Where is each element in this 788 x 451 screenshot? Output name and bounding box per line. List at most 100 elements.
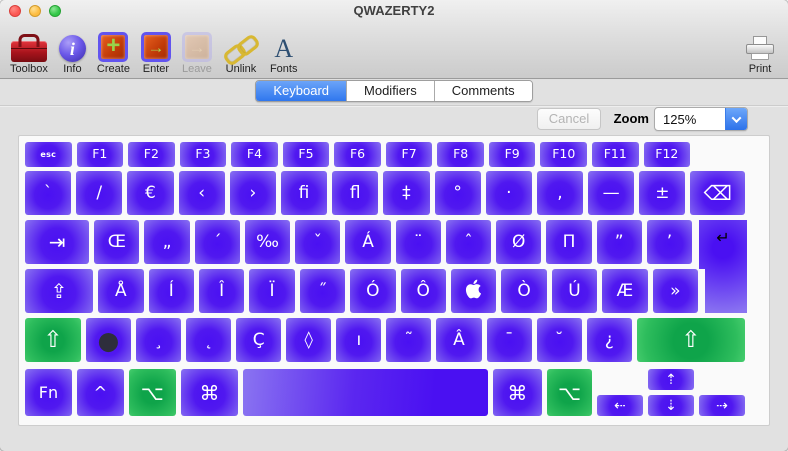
key-command-left[interactable]: ⌘ (181, 369, 239, 416)
key-Á[interactable]: Á (345, 220, 390, 264)
key-F7[interactable]: F7 (386, 142, 433, 167)
arrow-right-glyph: ⇢ (716, 399, 728, 413)
key-glyph: ⌘ (200, 383, 220, 403)
key-Â[interactable]: Â (436, 318, 481, 362)
key-‰[interactable]: ‰ (245, 220, 290, 264)
key-Ï[interactable]: Ï (249, 269, 294, 313)
key-glyph: Œ (108, 234, 126, 251)
key-black-circle[interactable]: ● (86, 318, 131, 362)
key-fn[interactable]: Fn (25, 369, 72, 416)
key-Ò[interactable]: Ò (501, 269, 546, 313)
apple-logo-icon (465, 279, 482, 304)
tab-modifiers[interactable]: Modifiers (346, 81, 434, 101)
key-›[interactable]: › (230, 171, 276, 215)
key-Î[interactable]: Î (199, 269, 244, 313)
key-F11[interactable]: F11 (592, 142, 639, 167)
key-¿[interactable]: ¿ (587, 318, 632, 362)
info-button[interactable]: Info (57, 29, 88, 75)
key-/[interactable]: / (76, 171, 122, 215)
key-F4[interactable]: F4 (231, 142, 278, 167)
leave-button[interactable]: Leave (180, 29, 214, 75)
cancel-button[interactable]: Cancel (537, 108, 601, 130)
key-¨[interactable]: ¨ (396, 220, 441, 264)
key-control[interactable]: ^ (77, 369, 124, 416)
key-escape[interactable]: esc (25, 142, 72, 167)
window-chrome: QWAZERTY2 Toolbox Info Create Enter Leav… (0, 0, 788, 79)
key-shift-left[interactable]: ⇧ (25, 318, 81, 362)
key-¸[interactable]: ¸ (136, 318, 181, 362)
key-command-right[interactable]: ⌘ (493, 369, 542, 416)
key-apple[interactable] (451, 269, 496, 313)
key-Ú[interactable]: Ú (552, 269, 597, 313)
key-‹[interactable]: ‹ (179, 171, 225, 215)
key-ﬂ[interactable]: ﬂ (332, 171, 378, 215)
key-´[interactable]: ´ (195, 220, 240, 264)
key-tab[interactable]: ⇥ (25, 220, 89, 264)
key-arrow-up[interactable]: ⇡ (648, 369, 694, 390)
key-ˇ[interactable]: ˇ (295, 220, 340, 264)
key-F10[interactable]: F10 (540, 142, 587, 167)
key-”[interactable]: ” (597, 220, 642, 264)
key-Å[interactable]: Å (98, 269, 143, 313)
key-F6[interactable]: F6 (334, 142, 381, 167)
key-Í[interactable]: Í (149, 269, 194, 313)
key-ˆ[interactable]: ˆ (446, 220, 491, 264)
key-F1[interactable]: F1 (77, 142, 124, 167)
key-˝[interactable]: ˝ (300, 269, 345, 313)
key-’[interactable]: ’ (647, 220, 692, 264)
tab-comments[interactable]: Comments (434, 81, 532, 101)
key-backspace[interactable]: ⌫ (690, 171, 745, 215)
enter-key-icon (141, 29, 171, 62)
key-»[interactable]: » (653, 269, 698, 313)
key-Œ[interactable]: Œ (94, 220, 139, 264)
key-°[interactable]: ° (435, 171, 481, 215)
key-glyph: F12 (655, 148, 678, 161)
key-space[interactable] (243, 369, 487, 416)
key-˛[interactable]: ˛ (186, 318, 231, 362)
toolbox-button[interactable]: Toolbox (8, 29, 50, 75)
key-„[interactable]: „ (144, 220, 189, 264)
key-option-left[interactable]: ⌥ (129, 369, 176, 416)
key-`[interactable]: ` (25, 171, 71, 215)
key-—[interactable]: — (588, 171, 634, 215)
key-F9[interactable]: F9 (489, 142, 536, 167)
key-F3[interactable]: F3 (180, 142, 227, 167)
key-glyph: F9 (505, 148, 520, 161)
key-·[interactable]: · (486, 171, 532, 215)
create-button[interactable]: Create (95, 29, 132, 75)
key-Π[interactable]: Π (546, 220, 591, 264)
key-Ø[interactable]: Ø (496, 220, 541, 264)
key-arrow-down[interactable]: ⇣ (648, 395, 694, 416)
key-caps-lock[interactable]: ⇪ (25, 269, 93, 313)
key-Ó[interactable]: Ó (350, 269, 395, 313)
tab-keyboard[interactable]: Keyboard (256, 81, 346, 101)
key-ı[interactable]: ı (336, 318, 381, 362)
function-row: escF1F2F3F4F5F6F7F8 F9 F10F11 F12 (25, 142, 745, 167)
enter-button[interactable]: Enter (139, 29, 173, 75)
print-button[interactable]: Print (744, 29, 776, 75)
unlink-button[interactable]: Unlink (221, 29, 261, 75)
key-arrow-left[interactable]: ⇠ (597, 395, 643, 416)
key-◊[interactable]: ◊ (286, 318, 331, 362)
key-,[interactable]: , (537, 171, 583, 215)
key-Ç[interactable]: Ç (236, 318, 281, 362)
key-shift-right[interactable]: ⇧ (637, 318, 745, 362)
key-F12[interactable]: F12 (644, 142, 691, 167)
key-€[interactable]: € (127, 171, 173, 215)
zoom-dropdown[interactable]: 125% (654, 107, 748, 131)
key-ﬁ[interactable]: ﬁ (281, 171, 327, 215)
key-±[interactable]: ± (639, 171, 685, 215)
key-F2[interactable]: F2 (128, 142, 175, 167)
key-¯[interactable]: ¯ (487, 318, 532, 362)
key-F8[interactable]: F8 (437, 142, 484, 167)
key-‡[interactable]: ‡ (383, 171, 429, 215)
fonts-button[interactable]: Fonts (268, 29, 300, 75)
key-˜[interactable]: ˜ (386, 318, 431, 362)
key-Ô[interactable]: Ô (401, 269, 446, 313)
key-return[interactable]: ↵ (699, 220, 747, 313)
key-F5[interactable]: F5 (283, 142, 330, 167)
key-˘[interactable]: ˘ (537, 318, 582, 362)
key-Æ[interactable]: Æ (602, 269, 647, 313)
key-option-right[interactable]: ⌥ (547, 369, 592, 416)
key-arrow-right[interactable]: ⇢ (699, 395, 745, 416)
